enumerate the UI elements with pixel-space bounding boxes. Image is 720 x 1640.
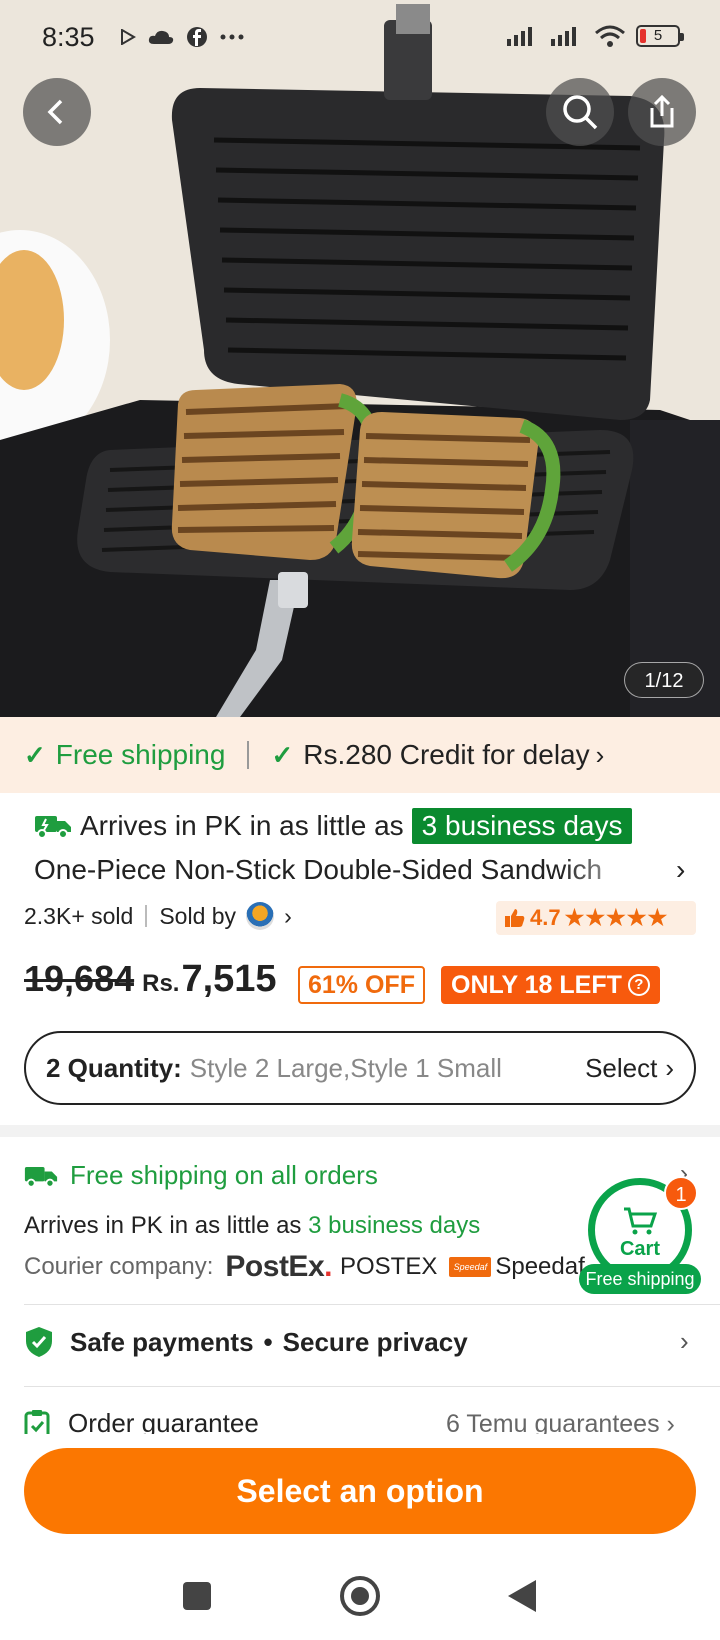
arrival-estimate: Arrives in PK in as little as 3 business… xyxy=(34,808,633,844)
free-shipping-label: Free shipping xyxy=(55,739,226,770)
sale-price: 7,515 xyxy=(181,958,277,1000)
delivery-truck-icon xyxy=(24,1166,58,1188)
courier-label: Courier company: xyxy=(24,1253,214,1280)
arrival-prefix: Arrives in PK in as little as xyxy=(80,810,404,841)
share-button[interactable] xyxy=(628,78,696,146)
safe-payments-row[interactable]: Safe payments • Secure privacy xyxy=(24,1326,468,1358)
chevron-left-icon xyxy=(47,99,63,125)
delivery-truck-icon xyxy=(35,816,71,839)
section-divider xyxy=(0,1125,720,1137)
secure-privacy-label: Secure privacy xyxy=(282,1326,468,1357)
search-icon xyxy=(563,95,598,130)
rating-badge[interactable]: 4.7 ★★★★★ xyxy=(496,901,696,935)
chevron-right-icon[interactable]: › xyxy=(676,854,685,886)
postex-logo: PostEx. xyxy=(225,1250,332,1283)
check-icon: ✓ xyxy=(24,739,46,770)
speedaf-logo: Speedaf xyxy=(449,1257,492,1277)
divider xyxy=(24,1386,720,1387)
arrival-prefix: Arrives in PK in as little as xyxy=(24,1212,302,1239)
status-system-icons: 5 xyxy=(506,24,684,48)
quantity-label: 2 Quantity: xyxy=(46,1052,182,1083)
free-shipping-row[interactable]: Free shipping on all orders xyxy=(24,1160,378,1191)
divider xyxy=(247,741,250,769)
sold-by-label: Sold by xyxy=(159,902,237,929)
delay-credit-label: Rs.280 Credit for delay xyxy=(303,739,590,770)
status-time: 8:35 xyxy=(42,22,95,52)
thumbs-up-icon xyxy=(505,909,525,927)
shipping-strip[interactable]: ✓ Free shipping ✓ Rs.280 Credit for dela… xyxy=(0,717,720,793)
play-icon xyxy=(121,29,136,45)
stock-label: ONLY 18 LEFT xyxy=(451,971,622,999)
search-button[interactable] xyxy=(546,78,614,146)
arrival-days-badge: 3 business days xyxy=(411,808,633,844)
back-button[interactable] xyxy=(23,78,91,146)
sold-count: 2.3K+ sold xyxy=(24,902,134,929)
chevron-right-icon[interactable]: › xyxy=(680,1326,689,1357)
signal-icon-2 xyxy=(551,27,576,46)
select-label: Select xyxy=(585,1052,658,1083)
safe-payments-label: Safe payments xyxy=(70,1326,254,1357)
bullet: • xyxy=(263,1326,273,1357)
signal-icon xyxy=(507,27,532,46)
product-image-carousel[interactable]: 8:35 5 1/12 xyxy=(0,0,720,717)
chevron-right-icon: › xyxy=(665,1052,674,1083)
cart-label: Cart xyxy=(619,1238,660,1260)
quantity-value: Style 2 Large,Style 1 Small xyxy=(189,1052,502,1083)
cart-button[interactable]: Cart 1 Free shipping xyxy=(579,1172,701,1294)
chevron-right-icon: › xyxy=(595,739,605,770)
facebook-icon xyxy=(187,27,207,47)
original-price: 19,684 xyxy=(24,958,135,999)
check-icon: ✓ xyxy=(271,739,294,770)
sales-info: 2.3K+ sold Sold by › xyxy=(24,902,292,930)
help-icon: ? xyxy=(627,974,650,996)
battery-icon: 5 xyxy=(636,25,684,47)
image-counter: 1/12 xyxy=(624,662,704,698)
currency: Rs. xyxy=(142,970,180,997)
more-dots-icon xyxy=(220,34,244,40)
quantity-selector[interactable]: 2 Quantity: Style 2 Large,Style 1 Small … xyxy=(24,1031,696,1105)
price-row: 19,684 Rs. 7,515 xyxy=(24,958,277,1001)
system-back-button[interactable] xyxy=(508,1580,536,1612)
status-notification-icons xyxy=(120,26,244,48)
cart-free-shipping-tag: Free shipping xyxy=(579,1264,701,1294)
system-nav-bar xyxy=(0,1560,720,1640)
free-shipping-all-label: Free shipping on all orders xyxy=(70,1160,378,1190)
divider xyxy=(24,1304,720,1305)
product-title[interactable]: One-Piece Non-Stick Double-Sided Sandwic… xyxy=(34,854,654,886)
share-icon xyxy=(650,94,674,128)
rating-value: 4.7 xyxy=(530,905,561,930)
courier-row: Courier company: PostEx. POSTEX Speedaf … xyxy=(24,1250,585,1284)
shield-check-icon xyxy=(26,1327,52,1357)
cloud-icon xyxy=(148,30,174,44)
rating-stars: ★★★★★ xyxy=(564,905,669,930)
recents-button[interactable] xyxy=(183,1582,211,1610)
postex-name: POSTEX xyxy=(339,1253,438,1280)
seller-logo[interactable] xyxy=(246,902,275,930)
cart-icon xyxy=(624,1207,658,1235)
arrival-days: 3 business days xyxy=(308,1212,481,1239)
arrival-estimate-2: Arrives in PK in as little as 3 business… xyxy=(24,1212,480,1240)
divider xyxy=(145,905,148,927)
select-option-button[interactable]: Select an option xyxy=(24,1448,696,1534)
wifi-icon xyxy=(595,25,625,47)
status-bar: 8:35 5 xyxy=(0,0,720,76)
chevron-right-icon[interactable]: › xyxy=(284,903,292,930)
speedaf-name: Speedaf xyxy=(495,1253,585,1280)
cart-count-badge: 1 xyxy=(664,1176,698,1210)
postex-logo-text: PostEx xyxy=(225,1250,325,1283)
discount-badge: 61% OFF xyxy=(298,966,425,1004)
stock-badge[interactable]: ONLY 18 LEFT ? xyxy=(441,966,660,1004)
home-button[interactable] xyxy=(340,1576,380,1616)
